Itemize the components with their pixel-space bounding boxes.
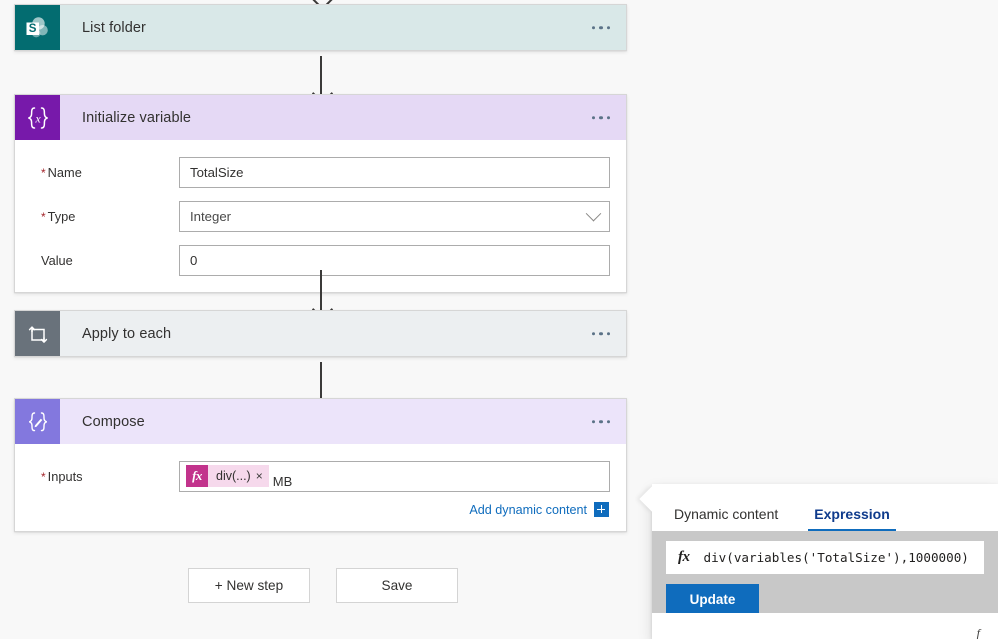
expression-token[interactable]: fx div(...) × xyxy=(186,465,269,487)
expression-flyout-panel: Dynamic content Expression fx div(variab… xyxy=(639,484,998,639)
step-card-list-folder[interactable]: S List folder xyxy=(14,4,627,51)
tab-expression[interactable]: Expression xyxy=(808,506,897,531)
card-menu-button[interactable] xyxy=(591,419,610,424)
card-menu-button[interactable] xyxy=(591,115,610,120)
compose-braces-icon xyxy=(15,399,60,444)
card-body: * Inputs fx div(...) × MB Add dynamic co… xyxy=(15,444,626,531)
step-card-apply-to-each[interactable]: Apply to each xyxy=(14,310,627,357)
remove-token-icon[interactable]: × xyxy=(256,470,269,482)
new-step-button[interactable]: + New step xyxy=(188,568,310,603)
step-card-initialize-variable[interactable]: x Initialize variable * Name TotalSize *… xyxy=(14,94,627,293)
add-dynamic-content-link[interactable]: Add dynamic content xyxy=(469,503,587,517)
card-header[interactable]: S List folder xyxy=(15,5,626,50)
field-label-value: Value xyxy=(41,252,73,268)
save-button[interactable]: Save xyxy=(336,568,458,603)
connector-arrow-1 xyxy=(320,56,322,94)
card-header[interactable]: x Initialize variable xyxy=(15,95,626,140)
update-button[interactable]: Update xyxy=(666,584,759,615)
expression-value: div(variables('TotalSize'),1000000) xyxy=(703,550,969,565)
card-menu-button[interactable] xyxy=(591,331,610,336)
field-label-type: * Type xyxy=(41,208,76,224)
required-asterisk: * xyxy=(41,469,46,484)
card-title: Initialize variable xyxy=(82,109,192,126)
fx-icon: fx xyxy=(678,549,690,565)
fx-icon: fx xyxy=(186,465,208,487)
card-header[interactable]: Compose xyxy=(15,399,626,444)
card-menu-button[interactable] xyxy=(591,25,610,30)
svg-text:S: S xyxy=(28,23,36,35)
flow-actions: + New step Save xyxy=(188,568,458,603)
field-label-name: * Name xyxy=(41,164,82,180)
variable-type-select[interactable]: Integer xyxy=(179,200,610,232)
flow-designer-screen: S List folder x Initialize variable * Na… xyxy=(0,0,998,639)
flyout-footer: f xyxy=(652,613,998,639)
variable-value-input[interactable]: 0 xyxy=(179,244,610,276)
field-label-inputs: * Inputs xyxy=(41,468,83,484)
compose-inputs-field[interactable]: fx div(...) × MB xyxy=(179,460,610,492)
card-title: Apply to each xyxy=(82,325,172,342)
inputs-suffix-text: MB xyxy=(272,473,293,489)
add-plus-icon[interactable] xyxy=(594,502,609,517)
flow-canvas: S List folder x Initialize variable * Na… xyxy=(0,0,640,639)
loop-icon xyxy=(15,311,60,356)
expression-input[interactable]: fx div(variables('TotalSize'),1000000) xyxy=(666,541,984,574)
flyout-tablist: Dynamic content Expression xyxy=(652,484,998,531)
tab-dynamic-content[interactable]: Dynamic content xyxy=(668,506,784,531)
variable-name-input[interactable]: TotalSize xyxy=(179,156,610,188)
svg-text:x: x xyxy=(34,111,41,125)
expression-token-label: div(...) xyxy=(216,469,251,483)
sharepoint-icon: S xyxy=(15,5,60,50)
add-dynamic-content-row[interactable]: Add dynamic content xyxy=(31,502,610,517)
required-asterisk: * xyxy=(41,209,46,224)
field-row-inputs: * Inputs fx div(...) × MB xyxy=(31,458,610,494)
flyout-body: fx div(variables('TotalSize'),1000000) U… xyxy=(652,531,998,615)
card-title: Compose xyxy=(82,413,145,430)
variable-type-value: Integer xyxy=(190,208,232,224)
connector-arrow-3 xyxy=(320,362,322,400)
step-card-compose[interactable]: Compose * Inputs fx div(...) × MB Add dy… xyxy=(14,398,627,532)
field-row-name: * Name TotalSize xyxy=(31,154,610,190)
connector-arrow-2 xyxy=(320,270,322,310)
footer-fx-icon: f xyxy=(976,626,980,639)
field-row-type: * Type Integer xyxy=(31,198,610,234)
card-header[interactable]: Apply to each xyxy=(15,311,626,356)
variable-braces-icon: x xyxy=(15,95,60,140)
card-title: List folder xyxy=(82,19,146,36)
required-asterisk: * xyxy=(41,165,46,180)
chevron-down-icon xyxy=(585,205,602,221)
